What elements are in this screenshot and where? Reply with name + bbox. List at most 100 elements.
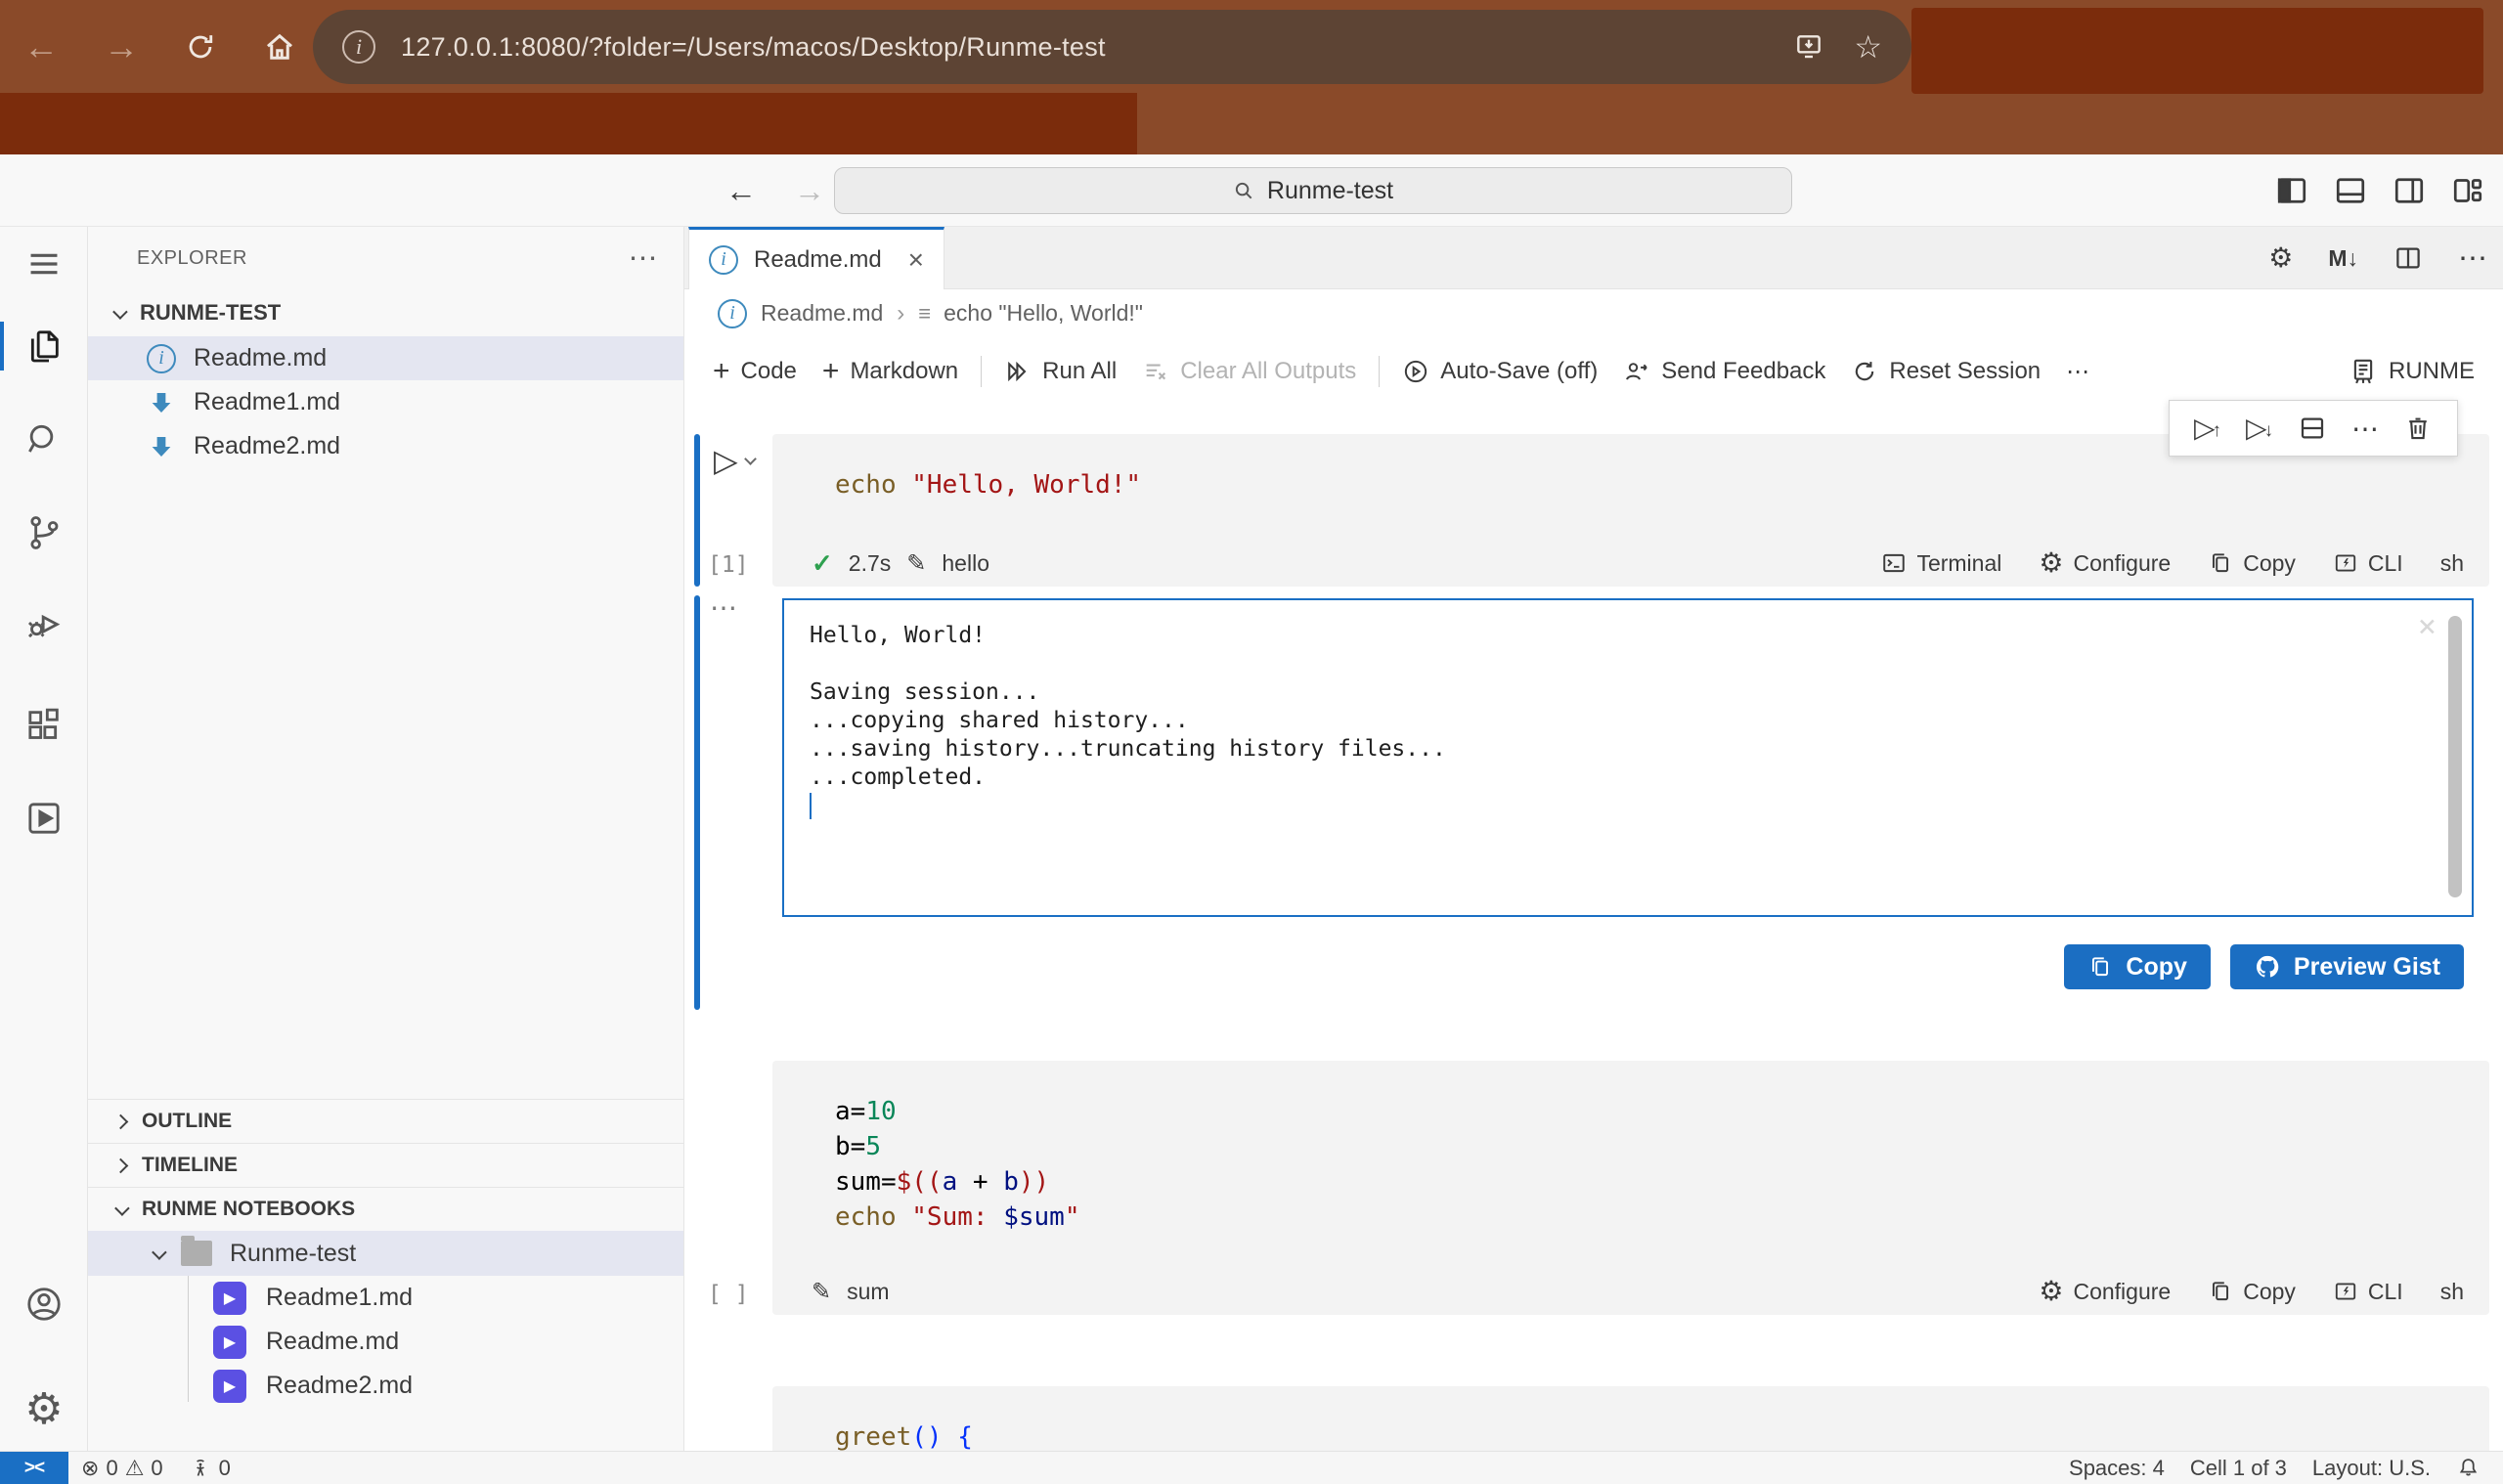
browser-reload-button[interactable] [184,30,217,64]
cell-position-indicator[interactable]: Cell 1 of 3 [2177,1452,2300,1484]
command-center-search[interactable]: Runme-test [834,167,1792,214]
site-info-icon[interactable]: i [342,30,375,64]
close-icon[interactable]: × [908,244,924,276]
cell-name[interactable]: hello [942,550,989,577]
cli-icon [2333,1279,2358,1304]
browser-home-button[interactable] [262,29,297,65]
cli-action[interactable]: CLI [2333,1279,2403,1305]
nav-forward-button[interactable]: → [794,173,825,209]
send-feedback-button[interactable]: Send Feedback [1610,352,1838,391]
copy-action[interactable]: Copy [2208,550,2296,577]
code-cell-3[interactable]: greet() { echo "Hello, $1!" [772,1386,2489,1451]
accounts-button[interactable] [0,1273,88,1335]
sidebar-item-search[interactable] [0,409,88,471]
add-markdown-button[interactable]: + Markdown [810,351,971,392]
file-name: Readme.md [194,344,327,372]
run-cell-button[interactable]: ▷ [714,445,755,476]
install-app-icon[interactable] [1793,31,1824,63]
pencil-icon[interactable]: ✎ [906,549,926,578]
toolbar-more-button[interactable]: ⋯ [2053,352,2102,392]
file-row-readme2[interactable]: Readme2.md [88,424,683,468]
browser-chrome: ← → i 127.0.0.1:8080/?folder=/Users/maco… [0,0,2503,154]
layout-indicator[interactable]: Layout: U.S. [2300,1452,2443,1484]
problems-indicator[interactable]: ⊗ 0 ⚠ 0 [68,1452,176,1484]
chrome-accent-block-right [1911,8,2483,94]
auto-save-button[interactable]: Auto-Save (off) [1389,352,1610,391]
run-all-button[interactable]: Run All [991,352,1129,391]
execute-above-button[interactable]: ▷ ↑ [2194,415,2221,442]
workspace-label: RUNME-TEST [140,300,281,326]
browser-forward-button[interactable]: → [104,26,139,67]
section-outline[interactable]: OUTLINE [88,1099,683,1143]
toggle-sidebar-icon[interactable] [2274,173,2309,208]
split-editor-icon[interactable] [2393,243,2423,273]
clear-all-outputs-button[interactable]: Clear All Outputs [1129,352,1369,391]
more-actions-icon[interactable]: ⋯ [2458,241,2487,276]
cell-more-actions-button[interactable]: ⋯ [2351,413,2379,445]
pencil-icon[interactable]: ✎ [812,1278,831,1306]
close-output-icon[interactable]: × [2418,612,2437,640]
markdown-preview-icon[interactable]: M↓ [2328,245,2358,272]
sidebar-item-explorer[interactable] [0,315,88,377]
workspace-root-row[interactable]: RUNME-TEST [88,289,683,336]
run-all-label: Run All [1042,358,1117,385]
gear-icon[interactable]: ⚙ [2268,244,2293,272]
customize-layout-icon[interactable] [2450,173,2485,208]
spaces-indicator[interactable]: Spaces: 4 [2056,1452,2177,1484]
tab-readme[interactable]: i Readme.md × [688,227,944,289]
notebook-item-name: Readme.md [266,1328,399,1356]
file-name: Readme1.md [194,388,340,416]
code-cell-1[interactable]: echo "Hello, World!" ✓ 2.7s ✎ hello Term… [772,434,2489,587]
configure-action[interactable]: ⚙ Configure [2039,1278,2171,1305]
ports-indicator[interactable]: 0 [176,1452,243,1484]
copy-output-button[interactable]: Copy [2064,944,2211,989]
code-cell-2[interactable]: a=10b=5sum=$((a + b))echo "Sum: $sum" ✎ … [772,1061,2489,1315]
nav-back-button[interactable]: ← [725,173,757,209]
toggle-secondary-sidebar-icon[interactable] [2392,173,2427,208]
url-bar[interactable]: i 127.0.0.1:8080/?folder=/Users/macos/De… [313,10,1911,84]
remote-indicator[interactable]: >< [0,1452,68,1484]
cell-name[interactable]: sum [847,1279,889,1305]
runme-brand[interactable]: RUNME [2336,351,2487,392]
sidebar-more-actions[interactable]: ⋯ [629,241,659,276]
warning-icon: ⚠ [125,1456,145,1481]
output-options-icon[interactable]: ⋯ [710,591,737,624]
cli-action[interactable]: CLI [2333,550,2403,577]
split-cell-button[interactable] [2298,414,2327,443]
breadcrumb-separator: › [897,300,904,327]
preview-gist-button[interactable]: Preview Gist [2230,944,2464,989]
copy-action[interactable]: Copy [2208,1279,2296,1305]
configure-action[interactable]: ⚙ Configure [2039,549,2171,577]
breadcrumb-symbol[interactable]: echo "Hello, World!" [944,300,1143,327]
delete-cell-button[interactable] [2403,414,2433,443]
add-code-button[interactable]: + Code [700,351,810,392]
section-timeline[interactable]: TIMELINE [88,1143,683,1187]
section-runme-notebooks[interactable]: RUNME NOTEBOOKS [88,1187,683,1231]
preview-gist-label: Preview Gist [2294,953,2440,982]
sidebar-bottom-sections: OUTLINE TIMELINE RUNME NOTEBOOKS Runme-t… [88,1099,683,1408]
breadcrumb-file[interactable]: Readme.md [761,300,883,327]
cell-code[interactable]: greet() { echo "Hello, $1!" [772,1386,2489,1451]
notebook-folder-row[interactable]: Runme-test [88,1231,683,1276]
output-scrollbar[interactable] [2448,616,2462,897]
menu-button[interactable] [0,233,88,295]
notebook-item-readme1[interactable]: ▶ Readme1.md [88,1276,683,1320]
settings-button[interactable]: ⚙ [0,1378,88,1441]
notebook-item-readme[interactable]: ▶ Readme.md [88,1320,683,1364]
sidebar-item-source-control[interactable] [0,502,88,564]
sidebar-item-runme[interactable] [0,787,88,850]
execute-below-button[interactable]: ▷ ↓ [2246,415,2273,442]
cell-code[interactable]: a=10b=5sum=$((a + b))echo "Sum: $sum" [772,1061,2489,1235]
toggle-panel-icon[interactable] [2333,173,2368,208]
file-row-readme[interactable]: i Readme.md [88,336,683,380]
sidebar-item-extensions[interactable] [0,694,88,757]
terminal-action[interactable]: Terminal [1881,550,2001,577]
bookmark-star-icon[interactable]: ☆ [1854,28,1882,65]
browser-back-button[interactable]: ← [23,26,59,67]
terminal-output[interactable]: Hello, World! Saving session... ...copyi… [782,598,2474,917]
sidebar-item-run-debug[interactable] [0,591,88,654]
notebook-item-readme2[interactable]: ▶ Readme2.md [88,1364,683,1408]
notifications-button[interactable] [2443,1452,2493,1484]
reset-session-button[interactable]: Reset Session [1838,352,2053,391]
file-row-readme1[interactable]: Readme1.md [88,380,683,424]
